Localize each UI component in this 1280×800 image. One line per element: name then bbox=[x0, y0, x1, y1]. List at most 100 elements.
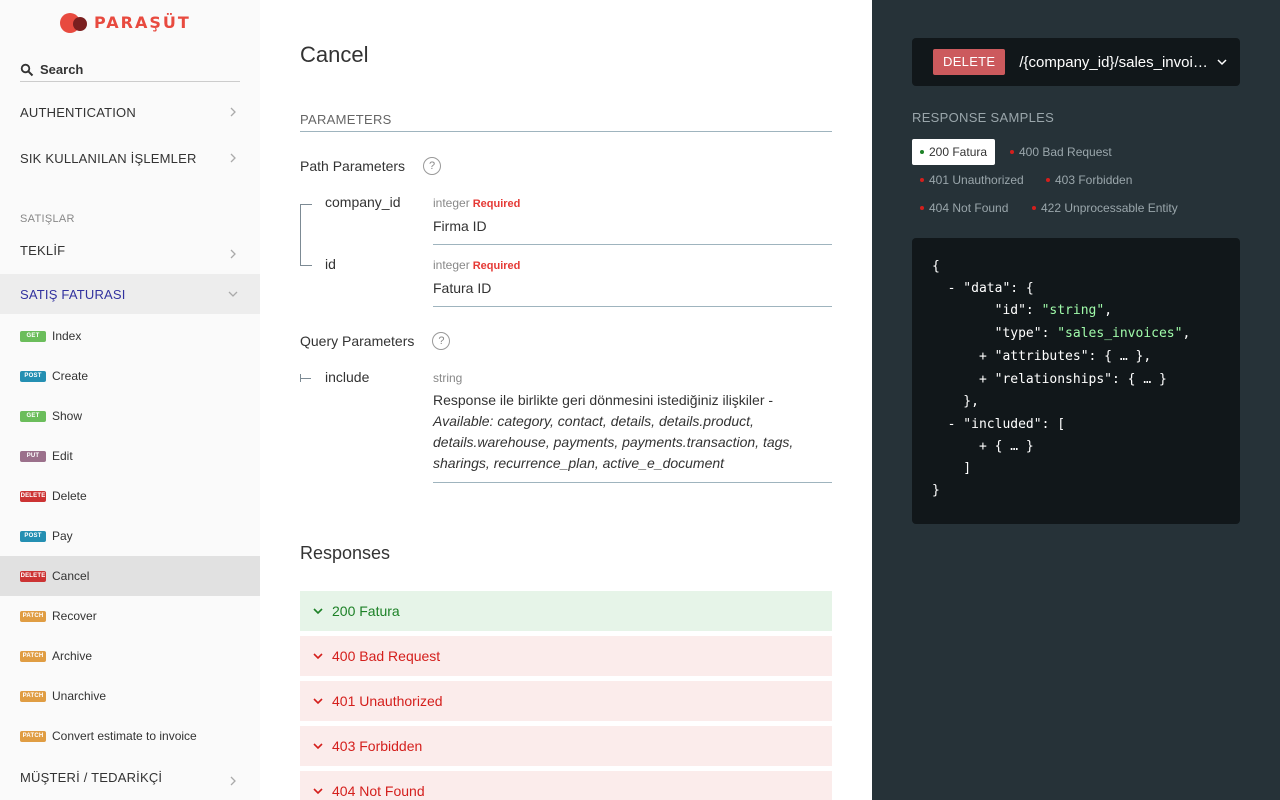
response-sample-tab-200[interactable]: 200 Fatura bbox=[912, 139, 996, 165]
sidebar-item-recover[interactable]: PATCH Recover bbox=[0, 596, 260, 636]
response-200[interactable]: 200 Fatura bbox=[300, 591, 832, 631]
response-sample-tab-422[interactable]: 422 Unprocessable Entity bbox=[1024, 195, 1186, 221]
sidebar-item-show[interactable]: GET Show bbox=[0, 396, 260, 436]
response-label: 401 Unauthorized bbox=[332, 693, 443, 709]
nav-section-authentication[interactable]: AUTHENTICATION bbox=[0, 92, 260, 132]
nav-section-label: TEKLİF bbox=[20, 242, 66, 258]
sidebar-item-cancel[interactable]: DELETE Cancel bbox=[0, 556, 260, 596]
nav-section-frequent-operations[interactable]: SIK KULLANILAN İŞLEMLER bbox=[0, 138, 260, 178]
response-sample-tab-403[interactable]: 403 Forbidden bbox=[1038, 167, 1140, 193]
nav-section-teklif[interactable]: TEKLİF bbox=[0, 230, 260, 270]
path-parameters-heading: Path Parameters ? bbox=[300, 157, 442, 175]
help-icon[interactable]: ? bbox=[423, 157, 442, 175]
parameters-header: PARAMETERS bbox=[300, 112, 832, 132]
param-name: company_id bbox=[325, 194, 401, 210]
sidebar-item-index[interactable]: GET Index bbox=[0, 316, 260, 356]
sidebar-item-delete[interactable]: DELETE Delete bbox=[0, 476, 260, 516]
http-method-badge: POST bbox=[20, 370, 46, 382]
tree-stub bbox=[300, 204, 312, 205]
chevron-right-icon bbox=[230, 107, 236, 117]
chevron-right-icon bbox=[230, 776, 236, 786]
query-parameters-title: Query Parameters bbox=[300, 333, 415, 349]
response-400[interactable]: 400 Bad Request bbox=[300, 636, 832, 676]
param-required: Required bbox=[472, 198, 521, 210]
search-icon bbox=[20, 63, 34, 77]
page-title: Cancel bbox=[300, 42, 369, 67]
nav-section-label: SIK KULLANILAN İŞLEMLER bbox=[20, 150, 197, 166]
chevron-right-icon bbox=[230, 249, 236, 259]
code-line: { bbox=[932, 259, 940, 274]
tree-stub bbox=[300, 378, 311, 379]
chevron-down-icon bbox=[313, 608, 323, 615]
http-method-badge: PATCH bbox=[20, 610, 46, 622]
chevron-down-icon bbox=[1217, 59, 1227, 66]
param-required: Required bbox=[472, 260, 521, 272]
code-line[interactable]: - "data": { bbox=[932, 281, 1034, 296]
code-line: ] bbox=[932, 461, 972, 476]
logo[interactable]: PARAŞÜT bbox=[60, 10, 191, 34]
response-sample-tab-400[interactable]: 400 Bad Request bbox=[1002, 139, 1120, 165]
response-404[interactable]: 404 Not Found bbox=[300, 771, 832, 800]
http-method-badge: GET bbox=[20, 410, 46, 422]
sidebar-item-label: Convert estimate to invoice bbox=[52, 729, 197, 743]
http-method-badge: DELETE bbox=[933, 49, 1006, 75]
response-sample-tab-401[interactable]: 401 Unauthorized bbox=[912, 167, 1032, 193]
param-detail: integer Required Fatura ID bbox=[433, 256, 832, 307]
http-method-badge: PATCH bbox=[20, 690, 46, 702]
search-input[interactable] bbox=[40, 62, 230, 77]
code-line[interactable]: + "attributes": { … }, bbox=[932, 349, 1151, 364]
tree-tick bbox=[300, 374, 301, 382]
chevron-down-icon bbox=[313, 653, 323, 660]
query-parameters-heading: Query Parameters ? bbox=[300, 332, 451, 350]
http-method-badge: GET bbox=[20, 330, 46, 342]
param-description: Fatura ID bbox=[433, 280, 492, 296]
response-403[interactable]: 403 Forbidden bbox=[300, 726, 832, 766]
response-sample-tab-404[interactable]: 404 Not Found bbox=[912, 195, 1016, 221]
http-method-badge: PATCH bbox=[20, 650, 46, 662]
status-dot-icon bbox=[1046, 178, 1050, 182]
http-method-badge: PATCH bbox=[20, 730, 46, 742]
response-401[interactable]: 401 Unauthorized bbox=[300, 681, 832, 721]
logo-mark-icon bbox=[60, 11, 88, 33]
nav-section-musteri-tedarikci[interactable]: MÜŞTERİ / TEDARİKÇİ bbox=[0, 757, 260, 797]
sidebar-item-edit[interactable]: PUT Edit bbox=[0, 436, 260, 476]
code-line[interactable]: - "included": [ bbox=[932, 417, 1065, 432]
code-line[interactable]: + "relationships": { … } bbox=[932, 372, 1167, 387]
tab-label: 403 Forbidden bbox=[1055, 173, 1133, 187]
code-line[interactable]: + { … } bbox=[932, 439, 1034, 454]
help-icon[interactable]: ? bbox=[432, 332, 451, 350]
sidebar-item-pay[interactable]: POST Pay bbox=[0, 516, 260, 556]
sidebar-item-label: Recover bbox=[52, 609, 97, 623]
chevron-down-icon bbox=[228, 291, 238, 297]
code-line: }, bbox=[932, 394, 979, 409]
tab-label: 400 Bad Request bbox=[1019, 145, 1112, 159]
tab-label: 200 Fatura bbox=[929, 145, 988, 159]
response-label: 403 Forbidden bbox=[332, 738, 423, 754]
status-dot-icon bbox=[1032, 206, 1036, 210]
query-param-include: include string Response ile birlikte ger… bbox=[300, 369, 832, 483]
endpoint-path: /{company_id}/sales_invoices/{id}/cancel bbox=[1019, 53, 1209, 71]
sidebar-item-convert-estimate-to-invoice[interactable]: PATCH Convert estimate to invoice bbox=[0, 716, 260, 756]
logo-text: PARAŞÜT bbox=[94, 12, 191, 32]
sidebar-item-label: Pay bbox=[52, 529, 73, 543]
sidebar-item-label: Unarchive bbox=[52, 689, 107, 703]
sidebar-item-unarchive[interactable]: PATCH Unarchive bbox=[0, 676, 260, 716]
search-box bbox=[20, 58, 240, 82]
endpoint-selector[interactable]: DELETE /{company_id}/sales_invoices/{id}… bbox=[912, 38, 1240, 86]
response-samples-title: RESPONSE SAMPLES bbox=[912, 110, 1055, 125]
tab-label: 404 Not Found bbox=[929, 201, 1009, 215]
http-method-badge: PUT bbox=[20, 450, 46, 462]
param-description: Firma ID bbox=[433, 218, 487, 234]
chevron-down-icon bbox=[313, 788, 323, 795]
nav-group-label: SATIŞLAR bbox=[20, 213, 75, 225]
sidebar-item-archive[interactable]: PATCH Archive bbox=[0, 636, 260, 676]
param-type: integer bbox=[433, 258, 470, 272]
sidebar-item-create[interactable]: POST Create bbox=[0, 356, 260, 396]
nav-section-satis-faturasi[interactable]: SATIŞ FATURASI bbox=[0, 274, 260, 314]
http-method-badge: DELETE bbox=[20, 490, 46, 502]
nav-section-label: AUTHENTICATION bbox=[20, 104, 136, 120]
param-name: id bbox=[325, 256, 336, 272]
sidebar-item-label: Archive bbox=[52, 649, 93, 663]
param-description: Response ile birlikte geri dönmesini ist… bbox=[433, 390, 832, 474]
sidebar: PARAŞÜT AUTHENTICATION SIK KULLANILAN İŞ… bbox=[0, 0, 260, 800]
